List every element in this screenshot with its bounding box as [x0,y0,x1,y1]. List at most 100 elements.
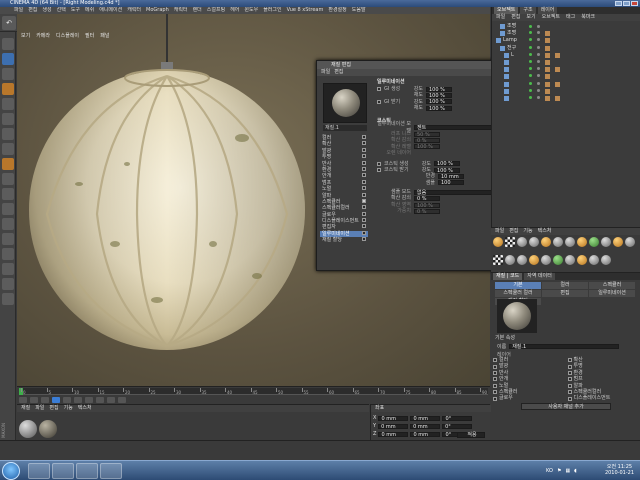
minimize-button[interactable] [615,1,622,6]
material-bar-menu-item[interactable]: 편집 [49,405,58,412]
render-dot[interactable] [537,31,540,35]
object-manager-tab[interactable]: 레이어 [537,7,558,14]
add-user-channel-button[interactable]: 사용자 채널 추가 [521,403,611,410]
material-bar-menu-item[interactable]: 재질 [21,405,30,412]
menu-item[interactable]: 애니메이션 [99,7,122,14]
channel-checkbox[interactable] [362,160,366,165]
material-manager-menu-item[interactable]: 편집 [509,228,518,235]
media-taskbar-icon[interactable] [76,463,98,479]
visibility-dot[interactable] [529,38,532,42]
attribute-channel-checkbox[interactable] [493,370,497,375]
menu-item[interactable]: 도구 [71,7,80,14]
object-mode-icon[interactable] [1,68,14,80]
object-row[interactable] [492,59,640,66]
autokey-icon[interactable] [107,397,115,403]
ie-taskbar-icon[interactable] [52,463,74,479]
samples-field[interactable]: 100 [438,180,464,186]
flag-icon[interactable]: ⚑ [557,468,561,474]
material-thumb[interactable] [601,255,611,265]
menu-item[interactable]: 플러그인 [263,7,281,14]
material-thumb[interactable] [493,255,503,265]
sculpt-icon[interactable] [1,218,14,230]
gi-rec-saturation-field[interactable]: 100 % [426,105,452,111]
attribute-subtab[interactable]: 기본 [495,282,541,289]
attribute-channel-checkbox[interactable] [493,390,497,395]
volume-icon[interactable]: ◖ [574,468,577,474]
layout-icon[interactable] [1,293,14,305]
caustics-generate-checkbox[interactable] [377,161,381,166]
object-manager-menu-item[interactable]: 파일 [496,14,505,21]
material-thumb[interactable] [505,255,515,265]
material-manager-menu-item[interactable]: 파일 [495,228,504,235]
visibility-dot[interactable] [529,88,532,92]
menu-item[interactable]: 도움말 [352,7,366,14]
attribute-channel-checkbox[interactable] [493,377,497,382]
gi-gen-strength-field[interactable]: 100 % [426,86,452,92]
material-thumb[interactable] [517,237,527,247]
viewport-menu-item[interactable]: 카메라 [36,32,50,40]
attribute-channel-checkbox[interactable] [493,383,497,388]
caustics-gen-strength-field[interactable]: 100 % [434,161,460,167]
material-tag[interactable] [545,38,550,44]
next-key-icon[interactable] [74,397,82,403]
material-tag[interactable] [545,74,550,80]
material-tag[interactable] [545,67,550,73]
lock-workplane-icon[interactable] [1,203,14,215]
position-field[interactable]: 0 mm [378,431,409,437]
material-name[interactable]: 재질.1 [323,125,367,131]
channel-checkbox[interactable] [362,186,366,191]
material-tag[interactable] [545,81,550,87]
material-thumb[interactable] [553,255,563,265]
explorer-taskbar-icon[interactable] [28,463,50,479]
material-thumb[interactable] [541,255,551,265]
material-thumb[interactable] [39,420,57,438]
visibility-dot[interactable] [529,52,532,56]
object-manager-tab[interactable]: 오브젝트 [494,7,519,14]
channel-checkbox[interactable] [362,218,366,223]
object-manager-menu-item[interactable]: 오브젝트 [542,14,560,21]
gi-rec-strength-field[interactable]: 100 % [426,99,452,105]
material-tag[interactable] [545,45,550,51]
visibility-dot[interactable] [529,81,532,85]
channel-checkbox[interactable] [362,166,366,171]
viewport-menu-item[interactable]: 디스플레이 [56,32,79,40]
material-bar-menu-item[interactable]: 파일 [35,405,44,412]
maximize-button[interactable] [623,1,630,6]
material-thumb[interactable] [601,237,611,247]
close-button[interactable] [631,1,638,6]
attribute-channel-checkbox[interactable] [567,358,572,363]
channel-checkbox[interactable] [362,179,366,184]
channel-checkbox[interactable] [362,135,366,139]
material-manager-menu-item[interactable]: 텍스처 [538,228,552,235]
menu-item[interactable]: 렌더 [193,7,202,14]
go-to-end-icon[interactable] [85,397,93,403]
tweak-mode-icon[interactable] [1,173,14,185]
model-mode-icon[interactable] [1,53,14,65]
magnet-icon[interactable] [1,263,14,275]
object-row[interactable]: L [492,52,640,59]
render-dot[interactable] [537,25,540,29]
keyframe-selection-icon[interactable] [118,397,126,403]
menu-item[interactable]: 생성 [42,7,51,14]
workplane-icon[interactable] [1,98,14,110]
object-row[interactable] [492,81,640,88]
material-thumb[interactable] [19,420,37,438]
visibility-dot[interactable] [529,25,532,29]
menu-item[interactable]: Vue 8 xStream [287,7,324,14]
material-thumb[interactable] [613,237,623,247]
illum-model-select[interactable]: 젠트 [414,125,494,131]
visibility-dot[interactable] [529,67,532,71]
channel-checkbox[interactable] [362,205,366,210]
material-manager-menu-item[interactable]: 기능 [523,228,532,235]
language-indicator[interactable]: KO [546,468,553,474]
material-thumb[interactable] [505,237,515,247]
channel-checkbox[interactable] [362,154,366,159]
material-bar-menu-item[interactable]: 텍스처 [78,405,92,412]
render-dot[interactable] [537,67,540,71]
menu-item[interactable]: 캐릭터 [174,7,188,14]
material-thumb[interactable] [541,237,551,247]
gi-gen-saturation-field[interactable]: 100 % [426,93,452,99]
record-icon[interactable] [96,397,104,403]
material-tag[interactable] [545,60,550,66]
cinema4d-taskbar-icon[interactable] [100,463,122,479]
